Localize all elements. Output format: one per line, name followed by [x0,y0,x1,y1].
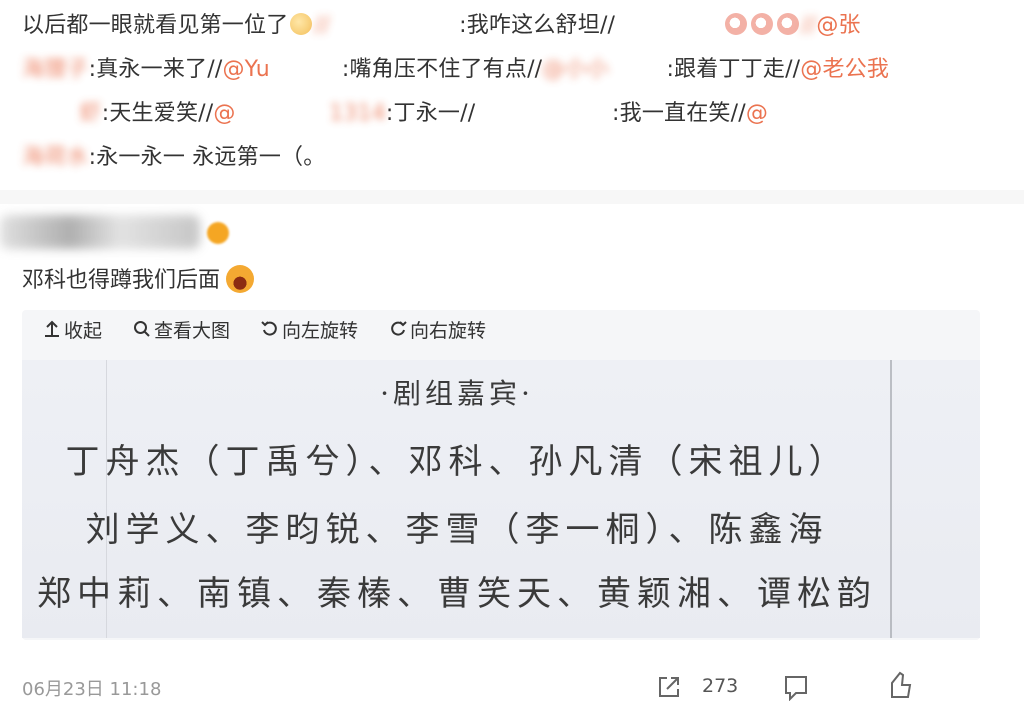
rotate-left-icon [261,321,277,336]
mention-link[interactable]: 1314 [329,101,386,126]
view-large-label: 查看大图 [154,319,231,342]
comment-segment: :跟着丁丁走// [666,57,801,82]
blurred-username [22,101,80,126]
emoji-icon [751,13,774,35]
rotate-right-label: 向右旋转 [410,319,487,342]
blurred-avatar-and-username[interactable] [0,215,200,249]
emoji-icon [290,13,313,35]
comment-segment: :我一直在笑// [612,101,746,126]
search-icon [134,321,150,337]
comment-segment: :真永一来了// [88,57,223,82]
blurred-username [330,13,459,38]
rotate-left-button[interactable]: 向左旋转 [260,316,358,343]
mention-link[interactable]: @Yu [222,57,269,82]
mention-link[interactable]: @老公我 [800,57,889,82]
share-count: 273 [702,675,739,697]
collapse-button[interactable]: 收起 [42,316,102,343]
blurred-username [609,57,667,82]
reply-user-row [0,205,1024,255]
section-divider [0,190,1024,204]
like-icon[interactable] [886,669,914,701]
comment-segment: :嘴角压不住了有点// [341,57,543,82]
image-title: ·剧组嘉宾· [380,377,534,410]
mention-link[interactable]: @ [746,101,768,126]
comment-segment: :永一永一 永远第一（。 [88,145,326,170]
view-large-button[interactable]: 查看大图 [132,316,230,343]
rotate-right-icon [391,321,407,336]
mention-link[interactable]: @张 [816,13,860,38]
mention-link[interactable]: @ [213,101,235,126]
verified-badge-icon [207,222,229,244]
mention-link[interactable]: @小小 [542,57,609,82]
timestamp: 06月23日 11:18 [22,679,162,700]
blurred-username [475,101,612,126]
rotate-right-button[interactable]: 向右旋转 [388,316,486,343]
image-cast-line: 丁舟杰（丁禹兮）、邓科、孙凡清（宋祖儿） [65,442,849,482]
image-cast-line: 刘学义、李昀锐、李雪（李一桐）、陈鑫海 [85,510,829,550]
image-toolbar: 收起 查看大图 向左旋转 向右旋转 [22,310,980,348]
comment-segment: :天生爱笑// [101,101,214,126]
comment-segment: :丁永一// [385,101,476,126]
arrow-up-icon [45,320,59,337]
quoted-comment: 以后都一眼就看见第一位了// :我咋这么舒坦// //@张 海狸子:真永一来了/… [0,0,1024,190]
mention-link[interactable]: 海荷水 [22,145,89,170]
laughing-emoji-icon [226,265,255,293]
blurred-username [615,13,723,38]
blurred-username [270,57,342,82]
comment-text: 以后都一眼就看见第一位了// :我咋这么舒坦// //@张 海狸子:真永一来了/… [22,4,1012,180]
image-cast-line: 郑中莉、南镇、秦榛、曹笑天、黄颖湘、谭松韵 [37,574,877,614]
post-footer: 06月23日 11:18 273 [0,665,1024,710]
rotate-left-label: 向左旋转 [282,319,359,342]
cast-list-image[interactable]: ·剧组嘉宾· 丁舟杰（丁禹兮）、邓科、孙凡清（宋祖儿） 刘学义、李昀锐、李雪（李… [22,360,980,638]
reply-text: 邓科也得蹲我们后面 [22,262,255,294]
mention-link[interactable]: 虾 [80,101,102,126]
reply-body: 邓科也得蹲我们后面 [22,268,221,293]
collapse-label: 收起 [64,319,103,342]
comment-icon[interactable] [782,671,810,701]
comment-segment: :我咋这么舒坦// [459,13,616,38]
mention-link[interactable]: 海狸子 [22,57,89,82]
emoji-icon [777,13,800,35]
mention-link[interactable]: // [801,13,816,38]
emoji-icon [725,13,748,35]
blurred-username [236,101,330,126]
share-icon[interactable] [655,673,683,701]
mention-link[interactable]: // [314,13,329,38]
comment-segment: 以后都一眼就看见第一位了 [22,13,289,38]
